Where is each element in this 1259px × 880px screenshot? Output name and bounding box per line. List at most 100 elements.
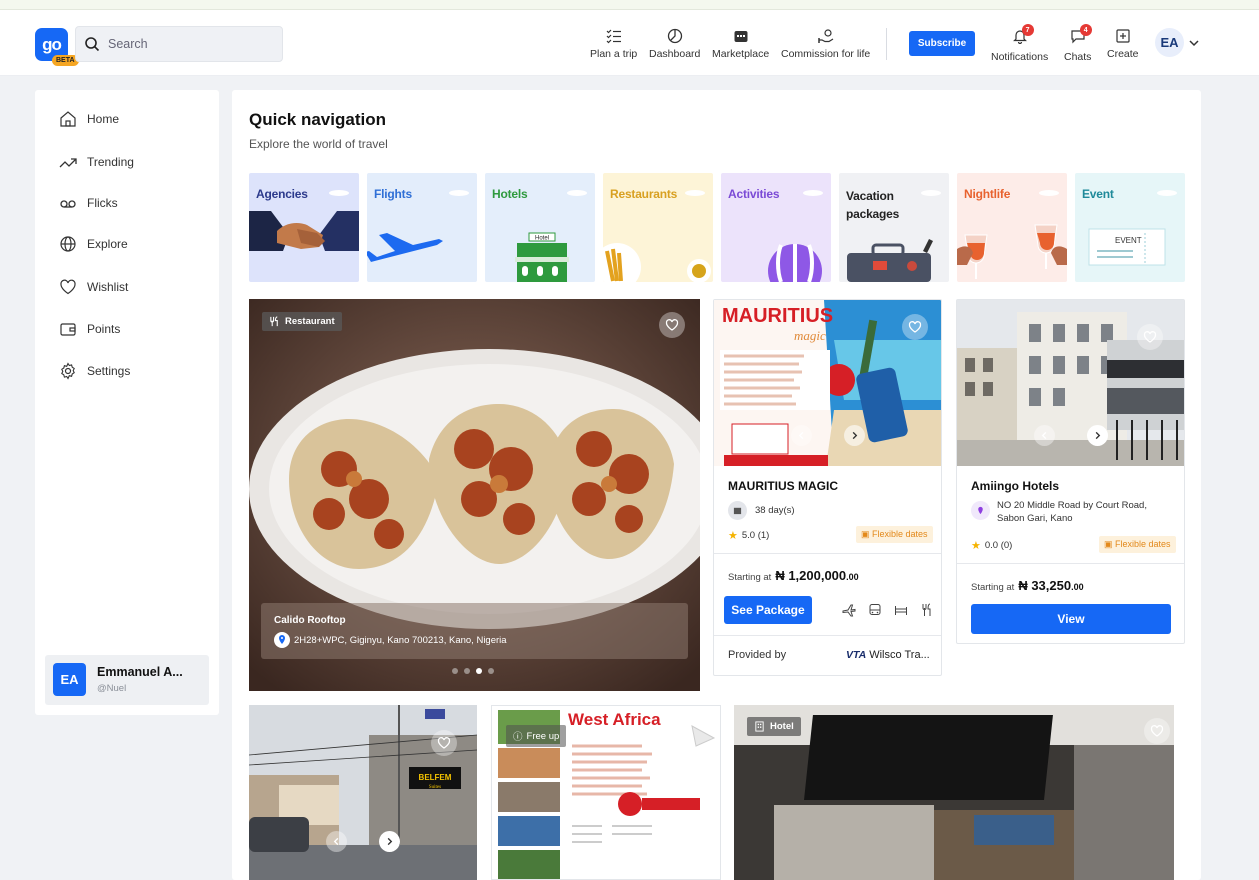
- carousel-dot[interactable]: [488, 668, 494, 674]
- sidebar-item-label: Points: [87, 322, 121, 336]
- nav-commission-label: Commission for life: [781, 48, 871, 60]
- provider-logo: VTA: [846, 649, 867, 661]
- promo-title: West Africa: [568, 710, 661, 729]
- carousel-dot-active[interactable]: [476, 668, 482, 674]
- wishlist-heart-button[interactable]: [902, 314, 928, 340]
- chevron-left-icon: [333, 837, 339, 846]
- fork-knife-icon: [922, 603, 931, 616]
- chats-count: 4: [1079, 24, 1092, 36]
- sidebar-item-label: Home: [87, 112, 120, 126]
- package-rating: 5.0 (1): [741, 530, 770, 541]
- carousel-dot[interactable]: [464, 668, 470, 674]
- divider: [714, 553, 941, 554]
- nav-divider: [886, 28, 887, 60]
- carousel-prev-button[interactable]: [791, 425, 812, 446]
- subscribe-button[interactable]: Subscribe: [909, 31, 975, 56]
- category-label: Vacation packages: [846, 189, 900, 221]
- hotel-price: ₦ 33,250: [1018, 578, 1072, 593]
- logo-text: go: [42, 34, 62, 54]
- carousel-prev-button[interactable]: [326, 831, 347, 852]
- nav-plan-trip[interactable]: Plan a trip: [590, 28, 637, 60]
- user-card[interactable]: EA Emmanuel A... @Nuel: [45, 655, 209, 705]
- chevron-left-icon: [1041, 431, 1047, 440]
- sidebar-item-home[interactable]: Home: [59, 110, 119, 128]
- wishlist-heart-button[interactable]: [1137, 324, 1163, 350]
- nav-create[interactable]: Create: [1107, 28, 1139, 60]
- carousel-next-button[interactable]: [844, 425, 865, 446]
- category-label: Hotels: [492, 187, 528, 201]
- hotel-card[interactable]: Amiingo Hotels NO 20 Middle Road by Cour…: [956, 299, 1185, 644]
- nav-marketplace[interactable]: Marketplace: [712, 28, 769, 60]
- wallet-icon: [60, 323, 76, 336]
- carousel-dot[interactable]: [452, 668, 458, 674]
- carousel-prev-button[interactable]: [1034, 425, 1055, 446]
- chevron-right-icon: [387, 837, 393, 846]
- category-flights[interactable]: Flights: [367, 173, 477, 282]
- flicks-icon: [60, 200, 76, 208]
- nav-chats[interactable]: 4 Chats: [1064, 24, 1092, 63]
- hotel-rating-row: ★ 0.0 (0): [971, 539, 1012, 552]
- sidebar-item-wishlist[interactable]: Wishlist: [59, 278, 128, 296]
- user-name: Emmanuel A...: [97, 665, 183, 679]
- wishlist-heart-button[interactable]: [1144, 718, 1170, 744]
- flight-icon: [842, 604, 856, 617]
- search-box[interactable]: [75, 26, 283, 62]
- chevron-down-icon[interactable]: [1188, 38, 1200, 48]
- promo-tag: ⓘ Free up: [506, 725, 567, 747]
- hotel-image: [957, 300, 1184, 466]
- category-vacation-packages[interactable]: Vacation packages: [839, 173, 949, 282]
- see-package-button[interactable]: See Package: [724, 596, 812, 624]
- wishlist-heart-button[interactable]: [659, 312, 685, 338]
- provider[interactable]: VTA Wilsco Tra...: [846, 649, 930, 661]
- location-pin-icon: [971, 501, 990, 520]
- package-price-row: Starting at ₦ 1,200,000.00: [728, 568, 859, 583]
- package-card[interactable]: MAURITIUS magic MAURITIUS MAGIC 38 day(s…: [713, 299, 942, 676]
- sidebar-item-label: Flicks: [87, 196, 118, 210]
- nav-commission[interactable]: Commission for life: [781, 28, 870, 60]
- search-icon: [85, 37, 100, 52]
- divider: [714, 635, 941, 636]
- category-agencies[interactable]: Agencies: [249, 173, 359, 282]
- sidebar-item-trending[interactable]: Trending: [59, 153, 134, 171]
- search-input[interactable]: [108, 37, 268, 51]
- category-nightlife[interactable]: Nightlife: [957, 173, 1067, 282]
- fork-knife-icon: [270, 316, 278, 327]
- location-pin-icon: [274, 632, 290, 648]
- nav-dashboard[interactable]: Dashboard: [649, 28, 700, 60]
- promo-listing-card[interactable]: West Africa ⓘ Free up: [491, 705, 721, 880]
- carousel-next-button[interactable]: [379, 831, 400, 852]
- heart-icon: [1150, 725, 1164, 737]
- sidebar-item-label: Trending: [87, 155, 134, 169]
- bed-icon: [895, 606, 907, 615]
- carousel-next-button[interactable]: [1087, 425, 1108, 446]
- category-label: Activities: [728, 187, 780, 201]
- sidebar-item-label: Wishlist: [87, 280, 129, 294]
- top-bar: go BETA Plan a trip Dashboard Marketplac…: [0, 10, 1259, 76]
- page-subtitle: Explore the world of travel: [249, 137, 388, 151]
- sidebar-item-flicks[interactable]: Flicks: [59, 194, 118, 212]
- nav-create-label: Create: [1107, 48, 1139, 60]
- category-restaurants[interactable]: Restaurants: [603, 173, 713, 282]
- profile-avatar[interactable]: EA: [1155, 28, 1184, 57]
- building-icon: [755, 721, 764, 732]
- view-hotel-button[interactable]: View: [971, 604, 1171, 634]
- featured-restaurant-card[interactable]: Restaurant Calido Rooftop 2H28+WPC, Gigi…: [249, 299, 700, 691]
- wishlist-heart-button[interactable]: [431, 730, 457, 756]
- nav-notifications[interactable]: 7 Notifications: [991, 24, 1048, 63]
- sidebar-item-points[interactable]: Points: [59, 320, 120, 338]
- category-activities[interactable]: Activities: [721, 173, 831, 282]
- globe-icon: [60, 236, 76, 252]
- hotel-listing-card[interactable]: Hotel: [734, 705, 1174, 880]
- calendar-icon: [728, 501, 747, 520]
- street-listing-card[interactable]: BELFEM Suites: [249, 705, 477, 880]
- hotel-title: Amiingo Hotels: [971, 479, 1060, 493]
- category-hotels[interactable]: Hotel Hotels: [485, 173, 595, 282]
- calendar-icon: ▣: [861, 529, 873, 539]
- sidebar-item-settings[interactable]: Settings: [59, 362, 130, 380]
- gear-icon: [61, 362, 75, 380]
- divider: [957, 563, 1184, 564]
- info-icon: ⓘ: [513, 732, 523, 743]
- svg-text:EVENT: EVENT: [1115, 236, 1142, 245]
- sidebar-item-explore[interactable]: Explore: [59, 235, 128, 253]
- category-event[interactable]: EVENT Event: [1075, 173, 1185, 282]
